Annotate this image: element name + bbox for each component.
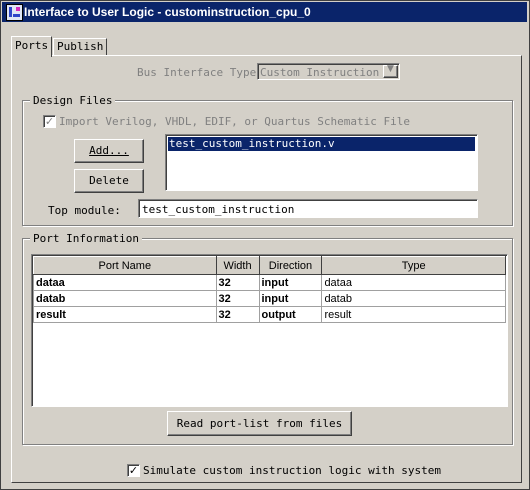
chevron-down-icon: ▼ bbox=[387, 64, 394, 74]
tab-publish-label: Publish bbox=[57, 40, 104, 53]
delete-button-label: Delete bbox=[89, 174, 129, 187]
direction-cell: output bbox=[258, 306, 323, 323]
top-module-input[interactable]: test_custom_instruction bbox=[138, 199, 478, 218]
width-cell: 32 bbox=[215, 274, 260, 291]
read-port-list-label: Read port-list from files bbox=[176, 417, 343, 430]
file-name: test_custom_instruction.v bbox=[169, 137, 335, 150]
title-bar[interactable]: Interface to User Logic - custominstruct… bbox=[2, 2, 527, 22]
simulate-checkbox[interactable]: ✓ bbox=[127, 464, 140, 477]
tab-ports-label: Ports bbox=[15, 39, 49, 52]
tab-publish[interactable]: Publish bbox=[53, 38, 108, 55]
port-name-cell: datab bbox=[33, 290, 217, 307]
read-port-list-button[interactable]: Read port-list from files bbox=[167, 411, 352, 436]
table-row[interactable]: datab 32 input datab bbox=[33, 290, 506, 307]
type-cell[interactable]: datab bbox=[321, 290, 506, 307]
top-module-value: test_custom_instruction bbox=[142, 203, 295, 216]
direction-cell: input bbox=[258, 290, 323, 307]
add-button-label: Add... bbox=[89, 144, 129, 157]
dropdown-button[interactable]: ▼ bbox=[383, 64, 398, 78]
delete-button[interactable]: Delete bbox=[74, 169, 144, 193]
port-information-legend: Port Information bbox=[30, 232, 142, 245]
checkmark-icon: ✓ bbox=[128, 464, 139, 477]
ports-table-frame[interactable]: Port Name Width Direction Type dataa 32 … bbox=[31, 254, 508, 407]
column-header-width[interactable]: Width bbox=[215, 256, 260, 275]
import-label: Import Verilog, VHDL, EDIF, or Quartus S… bbox=[59, 115, 410, 128]
width-cell: 32 bbox=[215, 290, 260, 307]
files-listbox[interactable]: test_custom_instruction.v bbox=[165, 134, 478, 191]
column-header-direction[interactable]: Direction bbox=[258, 256, 323, 275]
bus-interface-label: Bus Interface Type: bbox=[137, 66, 263, 79]
port-name-cell: dataa bbox=[33, 274, 217, 291]
type-cell[interactable]: dataa bbox=[321, 274, 506, 291]
table-row[interactable]: result 32 output result bbox=[33, 306, 506, 323]
tab-ports[interactable]: Ports bbox=[11, 36, 53, 57]
direction-cell: input bbox=[258, 274, 323, 291]
checkmark-icon: ✓ bbox=[44, 115, 55, 128]
bus-interface-value: Custom Instruction bbox=[260, 66, 380, 79]
window-title: Interface to User Logic - custominstruct… bbox=[24, 5, 311, 19]
port-name-cell: result bbox=[33, 306, 217, 323]
simulate-label: Simulate custom instruction logic with s… bbox=[143, 464, 442, 477]
import-checkbox[interactable]: ✓ bbox=[43, 115, 56, 128]
width-cell: 32 bbox=[215, 306, 260, 323]
table-header-row: Port Name Width Direction Type bbox=[33, 256, 506, 275]
type-cell[interactable]: result bbox=[321, 306, 506, 323]
app-icon bbox=[6, 4, 23, 21]
table-row[interactable]: dataa 32 input dataa bbox=[33, 274, 506, 291]
ports-table: Port Name Width Direction Type dataa 32 … bbox=[33, 256, 506, 323]
add-button[interactable]: Add... bbox=[74, 139, 144, 163]
list-item[interactable]: test_custom_instruction.v bbox=[168, 137, 475, 151]
top-module-label: Top module: bbox=[48, 204, 121, 217]
column-header-port-name[interactable]: Port Name bbox=[33, 256, 217, 275]
column-header-type[interactable]: Type bbox=[321, 256, 506, 275]
design-files-legend: Design Files bbox=[30, 94, 116, 107]
bus-interface-select[interactable]: Custom Instruction ▼ bbox=[257, 63, 400, 80]
